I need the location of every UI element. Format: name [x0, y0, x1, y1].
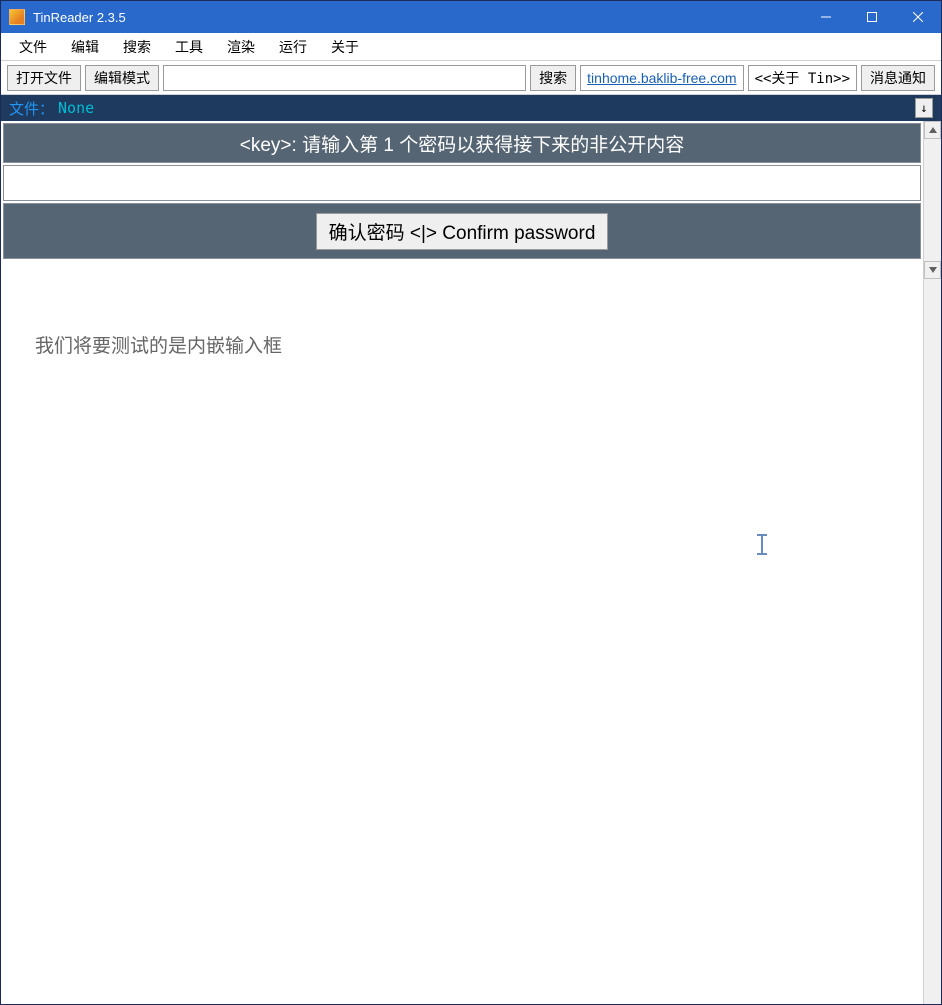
menu-run[interactable]: 运行 — [267, 33, 319, 61]
toolbar: 打开文件 编辑模式 搜索 tinhome.baklib-free.com <<关… — [1, 61, 941, 95]
confirm-password-button[interactable]: 确认密码 <|> Confirm password — [316, 213, 609, 250]
minimize-icon — [821, 12, 831, 22]
file-label: 文件： — [9, 98, 54, 119]
notifications-button[interactable]: 消息通知 — [861, 65, 935, 91]
edit-mode-button[interactable]: 编辑模式 — [85, 65, 159, 91]
scroll-down-button-inner[interactable] — [924, 261, 941, 279]
window-controls — [803, 1, 941, 33]
scroll-up-button[interactable] — [924, 121, 941, 139]
maximize-button[interactable] — [849, 1, 895, 33]
menu-search[interactable]: 搜索 — [111, 33, 163, 61]
arrow-down-icon: ↓ — [920, 101, 927, 115]
about-tin-box[interactable]: <<关于 Tin>> — [748, 65, 857, 91]
close-icon — [913, 12, 923, 22]
titlebar: TinReader 2.3.5 — [1, 1, 941, 33]
file-name: None — [58, 99, 94, 117]
content-area: <key>: 请输入第 1 个密码以获得接下来的非公开内容 确认密码 <|> C… — [1, 121, 941, 1004]
scroll-down-button[interactable]: ↓ — [915, 98, 933, 118]
confirm-row: 确认密码 <|> Confirm password — [3, 203, 921, 259]
home-link[interactable]: tinhome.baklib-free.com — [580, 65, 743, 91]
open-file-button[interactable]: 打开文件 — [7, 65, 81, 91]
close-button[interactable] — [895, 1, 941, 33]
maximize-icon — [867, 12, 877, 22]
search-button[interactable]: 搜索 — [530, 65, 576, 91]
menu-file[interactable]: 文件 — [7, 33, 59, 61]
content-scroll: <key>: 请输入第 1 个密码以获得接下来的非公开内容 确认密码 <|> C… — [1, 121, 923, 1004]
menu-about[interactable]: 关于 — [319, 33, 371, 61]
text-cursor-icon — [757, 535, 767, 555]
menubar: 文件 编辑 搜索 工具 渲染 运行 关于 — [1, 33, 941, 61]
vertical-scrollbar[interactable] — [923, 121, 941, 1004]
chevron-up-icon — [929, 127, 937, 133]
filebar: 文件： None ↓ — [1, 95, 941, 121]
key-prompt-banner: <key>: 请输入第 1 个密码以获得接下来的非公开内容 — [3, 123, 921, 163]
key-prompt-text: <key>: 请输入第 1 个密码以获得接下来的非公开内容 — [240, 130, 684, 157]
app-icon — [9, 9, 25, 25]
search-input[interactable] — [163, 65, 526, 91]
body-text: 我们将要测试的是内嵌输入框 — [1, 261, 923, 428]
menu-tools[interactable]: 工具 — [163, 33, 215, 61]
password-input-row[interactable] — [3, 165, 921, 201]
chevron-down-icon — [929, 267, 937, 273]
minimize-button[interactable] — [803, 1, 849, 33]
menu-render[interactable]: 渲染 — [215, 33, 267, 61]
paragraph-text: 我们将要测试的是内嵌输入框 — [35, 336, 282, 357]
window-title: TinReader 2.3.5 — [33, 10, 126, 25]
menu-edit[interactable]: 编辑 — [59, 33, 111, 61]
